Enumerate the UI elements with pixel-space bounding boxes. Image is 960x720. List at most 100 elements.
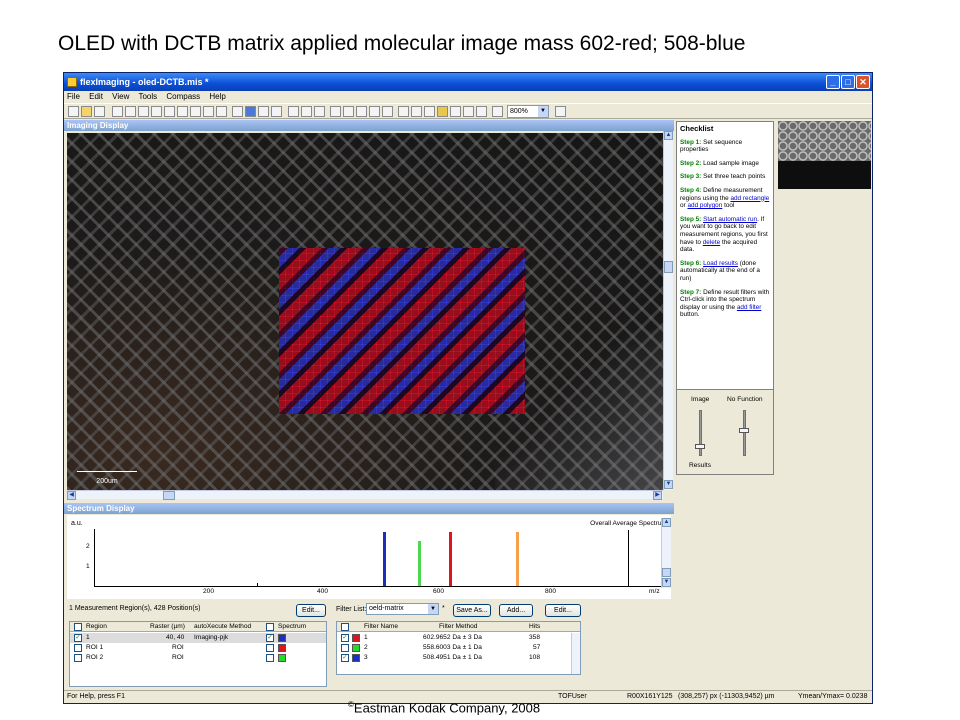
- hscroll-thumb[interactable]: [163, 491, 175, 500]
- filter-edit-button[interactable]: Edit...: [545, 604, 581, 617]
- mark-icon[interactable]: [463, 106, 474, 117]
- delete-link[interactable]: delete: [703, 239, 720, 246]
- spectrum-checkbox[interactable]: [266, 644, 274, 652]
- spectrum-plot-area[interactable]: [94, 529, 662, 587]
- menu-help[interactable]: Help: [209, 92, 225, 101]
- region-header-checkbox[interactable]: [74, 623, 82, 631]
- hand-icon[interactable]: [151, 106, 162, 117]
- color-swatch[interactable]: [278, 654, 286, 662]
- table-row[interactable]: ✓ 1 602.9652 Da ± 3 Da 358: [337, 633, 580, 643]
- region-checkbox[interactable]: [74, 654, 82, 662]
- spectrum-scroll-up-icon[interactable]: ▲: [662, 518, 671, 527]
- menu-file[interactable]: File: [67, 92, 80, 101]
- add-filter-link[interactable]: add filter: [737, 304, 762, 311]
- spectrum-checkbox[interactable]: ✓: [266, 634, 274, 642]
- color-swatch[interactable]: [352, 634, 360, 642]
- load-results-link[interactable]: Load results: [703, 260, 738, 267]
- table-row[interactable]: ✓ 3 508.4951 Da ± 1 Da 108: [337, 653, 580, 663]
- contrast-icon[interactable]: [450, 106, 461, 117]
- cursor-icon[interactable]: [398, 106, 409, 117]
- add-polygon-link[interactable]: add polygon: [687, 202, 722, 209]
- spectrum-header-checkbox[interactable]: [266, 623, 274, 631]
- teach-point-icon[interactable]: [232, 106, 243, 117]
- star-icon[interactable]: [476, 106, 487, 117]
- settings-icon[interactable]: [271, 106, 282, 117]
- paste-icon[interactable]: [125, 106, 136, 117]
- filter-checkbox[interactable]: ✓: [341, 654, 349, 662]
- no-function-slider[interactable]: [743, 410, 746, 456]
- list-icon[interactable]: [301, 106, 312, 117]
- point-icon[interactable]: [190, 106, 201, 117]
- page-icon[interactable]: [314, 106, 325, 117]
- spectrum-scroll-thumb[interactable]: [662, 568, 671, 577]
- zoom-icon[interactable]: [492, 106, 503, 117]
- scroll-right-icon[interactable]: ▶: [653, 491, 662, 500]
- spectrum-vscroll[interactable]: ▲ ▼: [661, 518, 671, 588]
- palette-icon[interactable]: [437, 106, 448, 117]
- table-row[interactable]: 2 558.6003 Da ± 1 Da 57: [337, 643, 580, 653]
- save-icon[interactable]: [94, 106, 105, 117]
- clipboard-icon[interactable]: [288, 106, 299, 117]
- run-icon[interactable]: [245, 106, 256, 117]
- crosshair-icon[interactable]: [411, 106, 422, 117]
- image-results-slider-thumb[interactable]: [695, 444, 705, 449]
- scroll-up-icon[interactable]: ▲: [664, 131, 673, 140]
- window-titlebar[interactable]: flexImaging - oled-DCTB.mis * _ □ ✕: [64, 73, 872, 91]
- scroll-left-icon[interactable]: ◀: [67, 491, 76, 500]
- table-row[interactable]: ROI 2 ROI: [70, 653, 326, 663]
- sample-thumbnail[interactable]: [778, 121, 871, 189]
- cross-section-icon[interactable]: [424, 106, 435, 117]
- filter-header-checkbox[interactable]: [341, 623, 349, 631]
- add-rectangle-link[interactable]: add rectangle: [730, 195, 769, 202]
- menu-tools[interactable]: Tools: [138, 92, 157, 101]
- open-icon[interactable]: [81, 106, 92, 117]
- region-checkbox[interactable]: ✓: [74, 634, 82, 642]
- filter-list-select[interactable]: oeld-matrix ▼: [366, 603, 439, 615]
- table-row[interactable]: ✓ 1 40, 40 Imaging-pjk ✓: [70, 633, 326, 643]
- spectrum-scroll-down-icon[interactable]: ▼: [662, 578, 671, 587]
- copy-icon[interactable]: [112, 106, 123, 117]
- spectrum-checkbox[interactable]: [266, 654, 274, 662]
- imaging-vscroll[interactable]: ▲ ▼: [663, 131, 673, 490]
- rectangle-icon[interactable]: [164, 106, 175, 117]
- add-filter-button[interactable]: Add...: [499, 604, 533, 617]
- minimize-button[interactable]: _: [826, 75, 840, 89]
- maximize-button[interactable]: □: [841, 75, 855, 89]
- imaging-hscroll[interactable]: ◀ ▶: [67, 490, 663, 500]
- start-automatic-run-link[interactable]: Start automatic run: [703, 216, 757, 223]
- zoom-select[interactable]: 800% ▼: [507, 105, 549, 118]
- menu-view[interactable]: View: [112, 92, 129, 101]
- no-function-slider-thumb[interactable]: [739, 428, 749, 433]
- menu-edit[interactable]: Edit: [89, 92, 103, 101]
- lasso-icon[interactable]: [330, 106, 341, 117]
- layers-icon[interactable]: [369, 106, 380, 117]
- imaging-display[interactable]: 200um: [67, 133, 665, 490]
- table-row[interactable]: ROI 1 ROI: [70, 643, 326, 653]
- new-icon[interactable]: [68, 106, 79, 117]
- close-button[interactable]: ✕: [856, 75, 870, 89]
- region-edit-button[interactable]: Edit...: [296, 604, 326, 617]
- filter-table-vscroll[interactable]: [571, 633, 580, 674]
- color-swatch[interactable]: [278, 634, 286, 642]
- move-icon[interactable]: [216, 106, 227, 117]
- overlay-icon[interactable]: [356, 106, 367, 117]
- scroll-thumb[interactable]: [664, 261, 673, 273]
- target-icon[interactable]: [258, 106, 269, 117]
- help-book-icon[interactable]: [555, 106, 566, 117]
- scroll-down-icon[interactable]: ▼: [664, 480, 673, 489]
- color-swatch[interactable]: [278, 644, 286, 652]
- color-swatch[interactable]: [352, 654, 360, 662]
- molecular-image-overlay[interactable]: [279, 248, 525, 414]
- color-swatch[interactable]: [352, 644, 360, 652]
- image-icon[interactable]: [382, 106, 393, 117]
- filter-checkbox[interactable]: ✓: [341, 634, 349, 642]
- filter-checkbox[interactable]: [341, 644, 349, 652]
- polygon-icon[interactable]: [177, 106, 188, 117]
- save-as-button[interactable]: Save As...: [453, 604, 491, 617]
- delete-icon[interactable]: [203, 106, 214, 117]
- image-results-slider[interactable]: [699, 410, 702, 456]
- region-icon[interactable]: [343, 106, 354, 117]
- menu-compass[interactable]: Compass: [166, 92, 200, 101]
- region-checkbox[interactable]: [74, 644, 82, 652]
- pointer-icon[interactable]: [138, 106, 149, 117]
